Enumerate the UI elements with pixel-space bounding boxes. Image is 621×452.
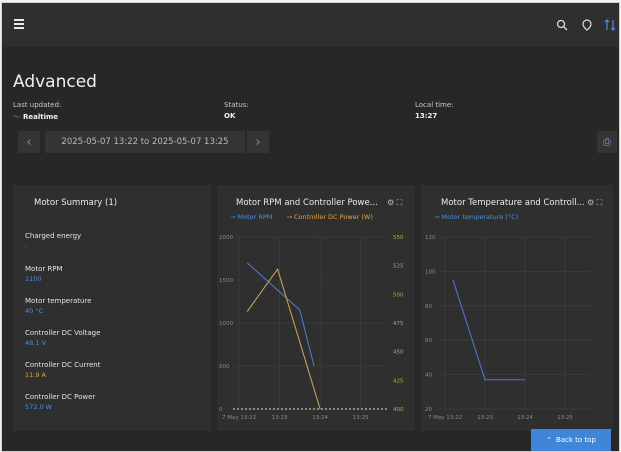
expand-icon[interactable]: ⛶	[597, 198, 603, 207]
stat-value: 11.9 A	[25, 371, 46, 379]
location-icon[interactable]	[579, 17, 595, 33]
y-tick-label: 0	[219, 407, 223, 413]
page-title: Advanced	[13, 72, 97, 92]
stat-value: 1100	[25, 275, 42, 283]
expand-icon[interactable]: ⛶	[397, 198, 403, 207]
series-line-1	[246, 267, 321, 410]
next-range-button[interactable]: ›	[247, 131, 269, 153]
app-window: Advanced Last updated: 〜 Realtime Status:…	[1, 2, 620, 452]
x-tick-label: 13:25	[353, 415, 369, 421]
temperature-legend: ⊸ Motor temperature (°C)	[434, 213, 530, 221]
y-tick-label: 40	[425, 373, 432, 379]
stat-value: -	[25, 242, 28, 250]
stat-value: 572.0 W	[25, 403, 53, 411]
chevron-up-icon: ⌃	[546, 436, 552, 444]
x-tick-label: 13:23	[477, 415, 493, 421]
legend-dc-power: ⊸ Controller DC Power (W)	[286, 213, 373, 221]
status-value: OK	[224, 112, 236, 120]
rpm-power-panel: Motor RPM and Controller Powe... ⚙ ⛶ ⊸ M…	[217, 185, 415, 431]
rpm-power-legend: ⊸ Motor RPM ⊸ Controller DC Power (W)	[230, 213, 385, 221]
y2-tick-label: 450	[393, 350, 404, 356]
stat-label: Controller DC Power	[25, 393, 96, 401]
y2-tick-label: 550	[393, 235, 404, 241]
stat-label: Motor RPM	[25, 265, 63, 273]
temperature-panel: Motor Temperature and Controll... ⚙ ⛶ ⊸ …	[421, 185, 613, 431]
series-line-0	[452, 279, 525, 381]
stat-label: Motor temperature	[25, 297, 92, 305]
temperature-chart: 7 May 13:22 13:23 13:24 13:25 20 40 60 80 100 120	[425, 235, 591, 421]
y-tick-label: 20	[425, 407, 432, 413]
legend-motor-rpm-label: Motor RPM	[237, 213, 273, 221]
date-range[interactable]: 2025-05-07 13:22 to 2025-05-07 13:25	[45, 131, 245, 153]
y-tick-label: 120	[425, 235, 436, 241]
temperature-title: Motor Temperature and Controll...	[441, 198, 585, 208]
connection-icon[interactable]	[602, 17, 618, 33]
y2-tick-label: 500	[393, 292, 404, 298]
stat-label: Controller DC Current	[25, 361, 101, 369]
motor-summary-panel: Motor Summary (1) Charged energy - Motor…	[13, 185, 211, 431]
legend-motor-rpm: ⊸ Motor RPM	[230, 213, 273, 221]
x-tick-label: 13:25	[557, 415, 573, 421]
y-tick-label: 1500	[219, 278, 233, 284]
rpm-power-title: Motor RPM and Controller Powe...	[236, 198, 378, 208]
stat-label: Controller DC Voltage	[25, 329, 101, 337]
menu-icon[interactable]	[14, 18, 28, 30]
panel-controls: ⚙ ⛶	[587, 198, 602, 208]
y-tick-label: 2000	[219, 235, 233, 241]
x-tick-label: 7 May 13:22	[428, 415, 462, 421]
back-to-top-button[interactable]: ⌃ Back to top	[531, 429, 611, 451]
settings-icon[interactable]: ⚙	[387, 198, 394, 207]
y-tick-label: 100	[425, 269, 436, 275]
settings-icon[interactable]: ⚙	[587, 198, 594, 207]
status-label: Status:	[224, 101, 249, 109]
y2-tick-label: 475	[393, 321, 404, 327]
legend-motor-temp-label: Motor temperature (°C)	[441, 213, 519, 221]
rpm-power-chart: 7 May 13:22 13:23 13:24 13:25 0 500 1000 1500 20…	[219, 235, 404, 421]
y2-tick-label: 425	[393, 378, 404, 384]
stat-label: Charged energy	[25, 232, 82, 240]
x-tick-label: 13:23	[272, 415, 288, 421]
realtime-icon: 〜	[13, 113, 20, 121]
y2-tick-label: 525	[393, 264, 404, 270]
y-tick-label: 80	[425, 304, 432, 310]
y-tick-label: 60	[425, 338, 432, 344]
x-tick-label: 13:24	[312, 415, 328, 421]
legend-motor-temp: ⊸ Motor temperature (°C)	[434, 213, 519, 221]
local-time-label: Local time:	[415, 101, 454, 109]
motor-summary-title: Motor Summary (1)	[34, 198, 118, 208]
y-tick-label: 1000	[219, 321, 233, 327]
previous-range-button[interactable]: ‹	[18, 131, 40, 153]
legend-dc-power-label: Controller DC Power (W)	[294, 213, 373, 221]
panel-controls: ⚙ ⛶	[387, 198, 402, 208]
export-button[interactable]: ⎙	[597, 131, 617, 153]
stat-value: 40 °C	[25, 307, 44, 315]
x-tick-label: 13:24	[517, 415, 533, 421]
x-tick-label: 7 May 13:22	[222, 415, 256, 421]
export-icon: ⎙	[603, 136, 611, 148]
last-updated-value: 〜 Realtime	[13, 112, 58, 122]
last-updated-text: Realtime	[23, 113, 59, 121]
local-time-value: 13:27	[415, 112, 438, 120]
stat-value: 48.1 V	[25, 339, 46, 347]
y2-tick-label: 400	[393, 407, 404, 413]
y-tick-label: 500	[219, 364, 230, 370]
back-to-top-label: Back to top	[555, 436, 596, 444]
last-updated-label: Last updated:	[13, 101, 62, 109]
search-icon[interactable]	[554, 17, 570, 33]
top-bar	[2, 3, 619, 47]
